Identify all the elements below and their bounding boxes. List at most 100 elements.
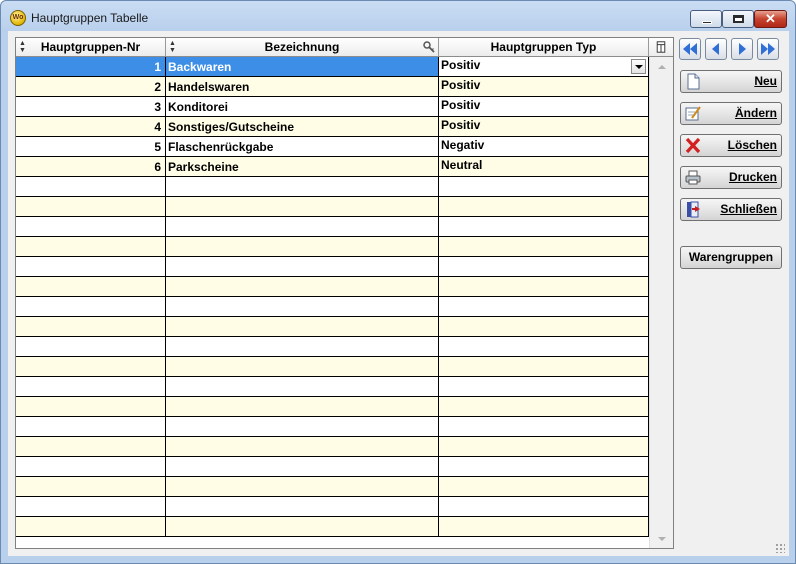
table-row-empty[interactable] [16,477,649,497]
empty-cell[interactable] [16,277,166,296]
empty-cell[interactable] [166,377,439,396]
cell-nr[interactable]: 3 [16,97,166,116]
empty-cell[interactable] [166,457,439,476]
empty-cell[interactable] [439,437,649,456]
empty-cell[interactable] [439,277,649,296]
empty-cell[interactable] [439,217,649,236]
empty-cell[interactable] [16,357,166,376]
sort-icon[interactable]: ▲ ▼ [169,40,176,54]
empty-cell[interactable] [166,317,439,336]
title-bar[interactable]: Wo Hauptgruppen Tabelle ✕ [1,1,795,31]
empty-cell[interactable] [16,417,166,436]
scroll-up-icon[interactable] [658,65,666,69]
table-row-empty[interactable] [16,237,649,257]
table-row-empty[interactable] [16,397,649,417]
cell-bezeichnung[interactable]: Handelswaren [166,77,439,96]
empty-cell[interactable] [16,257,166,276]
empty-cell[interactable] [439,377,649,396]
cell-nr[interactable]: 6 [16,157,166,176]
resize-grip[interactable] [775,543,785,553]
empty-cell[interactable] [166,417,439,436]
empty-cell[interactable] [439,517,649,536]
delete-button[interactable]: Löschen [680,134,782,157]
column-header-hauptgruppen-typ[interactable]: Hauptgruppen Typ [439,38,649,57]
data-grid[interactable]: ▲ ▼ Hauptgruppen-Nr ▲ ▼ Bezeichnung Hauptg… [15,37,674,549]
table-row-empty[interactable] [16,177,649,197]
typ-dropdown-button[interactable] [631,59,646,74]
empty-cell[interactable] [439,497,649,516]
cell-nr[interactable]: 4 [16,117,166,136]
empty-cell[interactable] [439,197,649,216]
maximize-button[interactable] [722,10,754,28]
empty-cell[interactable] [16,217,166,236]
empty-cell[interactable] [166,337,439,356]
empty-cell[interactable] [16,197,166,216]
empty-cell[interactable] [439,477,649,496]
cell-typ[interactable]: Negativ [439,137,649,156]
table-row[interactable]: 4 Sonstiges/Gutscheine Positiv [16,117,649,137]
search-key-icon[interactable] [423,41,435,53]
cell-bezeichnung[interactable]: Flaschenrückgabe [166,137,439,156]
empty-cell[interactable] [166,477,439,496]
empty-cell[interactable] [439,257,649,276]
scroll-down-icon[interactable] [658,537,666,541]
app-icon[interactable]: Wo [10,10,26,26]
empty-cell[interactable] [439,357,649,376]
empty-cell[interactable] [166,237,439,256]
cell-typ[interactable]: Positiv [439,117,649,136]
table-row[interactable]: 5 Flaschenrückgabe Negativ [16,137,649,157]
table-row-empty[interactable] [16,437,649,457]
table-row[interactable]: 3 Konditorei Positiv [16,97,649,117]
empty-cell[interactable] [439,237,649,256]
table-row-empty[interactable] [16,417,649,437]
table-row-empty[interactable] [16,297,649,317]
table-row-empty[interactable] [16,217,649,237]
empty-cell[interactable] [16,437,166,456]
nav-previous-button[interactable] [705,38,727,60]
empty-cell[interactable] [439,317,649,336]
vertical-scrollbar[interactable] [649,57,673,548]
sort-icon[interactable]: ▲ ▼ [19,40,26,54]
cell-typ[interactable]: Positiv [439,57,649,76]
table-row[interactable]: 2 Handelswaren Positiv [16,77,649,97]
empty-cell[interactable] [166,297,439,316]
nav-next-button[interactable] [731,38,753,60]
table-row-empty[interactable] [16,357,649,377]
empty-cell[interactable] [16,297,166,316]
table-row-empty[interactable] [16,517,649,537]
table-row-empty[interactable] [16,377,649,397]
close-window-button[interactable]: Schließen [680,198,782,221]
table-row-empty[interactable] [16,197,649,217]
cell-nr[interactable]: 2 [16,77,166,96]
empty-cell[interactable] [439,337,649,356]
minimize-button[interactable] [690,10,722,28]
empty-cell[interactable] [166,497,439,516]
empty-cell[interactable] [16,237,166,256]
empty-cell[interactable] [166,437,439,456]
column-header-hauptgruppen-nr[interactable]: ▲ ▼ Hauptgruppen-Nr [16,38,166,57]
cell-bezeichnung[interactable]: Konditorei [166,97,439,116]
empty-cell[interactable] [166,257,439,276]
cell-bezeichnung[interactable]: Sonstiges/Gutscheine [166,117,439,136]
edit-button[interactable]: Ändern [680,102,782,125]
cell-typ[interactable]: Neutral [439,157,649,176]
close-button[interactable]: ✕ [754,10,787,28]
nav-last-button[interactable] [757,38,779,60]
empty-cell[interactable] [16,177,166,196]
empty-cell[interactable] [439,297,649,316]
empty-cell[interactable] [439,397,649,416]
table-row-empty[interactable] [16,277,649,297]
cell-nr[interactable]: 5 [16,137,166,156]
empty-cell[interactable] [16,377,166,396]
empty-cell[interactable] [166,197,439,216]
warengruppen-button[interactable]: Warengruppen [680,246,782,269]
table-row[interactable]: 6 Parkscheine Neutral [16,157,649,177]
empty-cell[interactable] [16,397,166,416]
empty-cell[interactable] [166,217,439,236]
empty-cell[interactable] [16,317,166,336]
empty-cell[interactable] [16,497,166,516]
column-header-bezeichnung[interactable]: ▲ ▼ Bezeichnung [166,38,439,57]
empty-cell[interactable] [166,397,439,416]
table-row[interactable]: 1 Backwaren Positiv [16,57,649,77]
cell-bezeichnung[interactable]: Backwaren [166,57,439,76]
